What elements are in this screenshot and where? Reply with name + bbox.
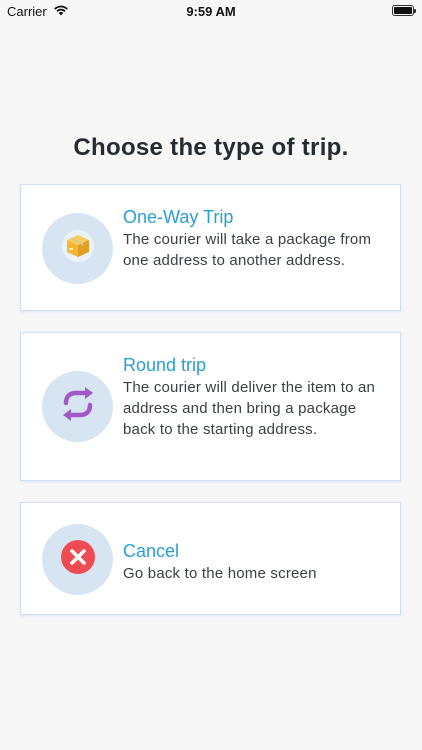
status-time: 9:59 AM bbox=[186, 4, 236, 19]
cancel-text: Cancel Go back to the home screen bbox=[123, 539, 386, 584]
one-way-description: The courier will take a package from one… bbox=[123, 231, 372, 269]
round-trip-text: Round trip The courier will deliver the … bbox=[123, 353, 386, 440]
cancel-description: Go back to the home screen bbox=[123, 565, 317, 582]
round-trip-option[interactable]: Round trip The courier will deliver the … bbox=[20, 332, 401, 481]
cancel-x-icon bbox=[60, 539, 96, 580]
one-way-icon-circle bbox=[42, 213, 113, 284]
battery-icon bbox=[392, 5, 416, 16]
round-trip-title: Round trip bbox=[123, 355, 207, 375]
package-icon bbox=[61, 229, 95, 268]
round-trip-arrows-icon bbox=[57, 383, 99, 430]
page-title: Choose the type of trip. bbox=[73, 134, 349, 161]
one-way-trip-option[interactable]: One-Way Trip The courier will take a pac… bbox=[20, 184, 401, 311]
cancel-option[interactable]: Cancel Go back to the home screen bbox=[20, 502, 401, 615]
status-bar: Carrier 9:59 AM bbox=[0, 0, 422, 22]
one-way-title: One-Way Trip bbox=[123, 207, 234, 227]
round-trip-icon-circle bbox=[42, 371, 113, 442]
round-trip-description: The courier will deliver the item to an … bbox=[123, 379, 376, 438]
one-way-text: One-Way Trip The courier will take a pac… bbox=[123, 205, 386, 271]
cancel-title: Cancel bbox=[123, 541, 180, 561]
cancel-icon-circle bbox=[42, 524, 113, 595]
